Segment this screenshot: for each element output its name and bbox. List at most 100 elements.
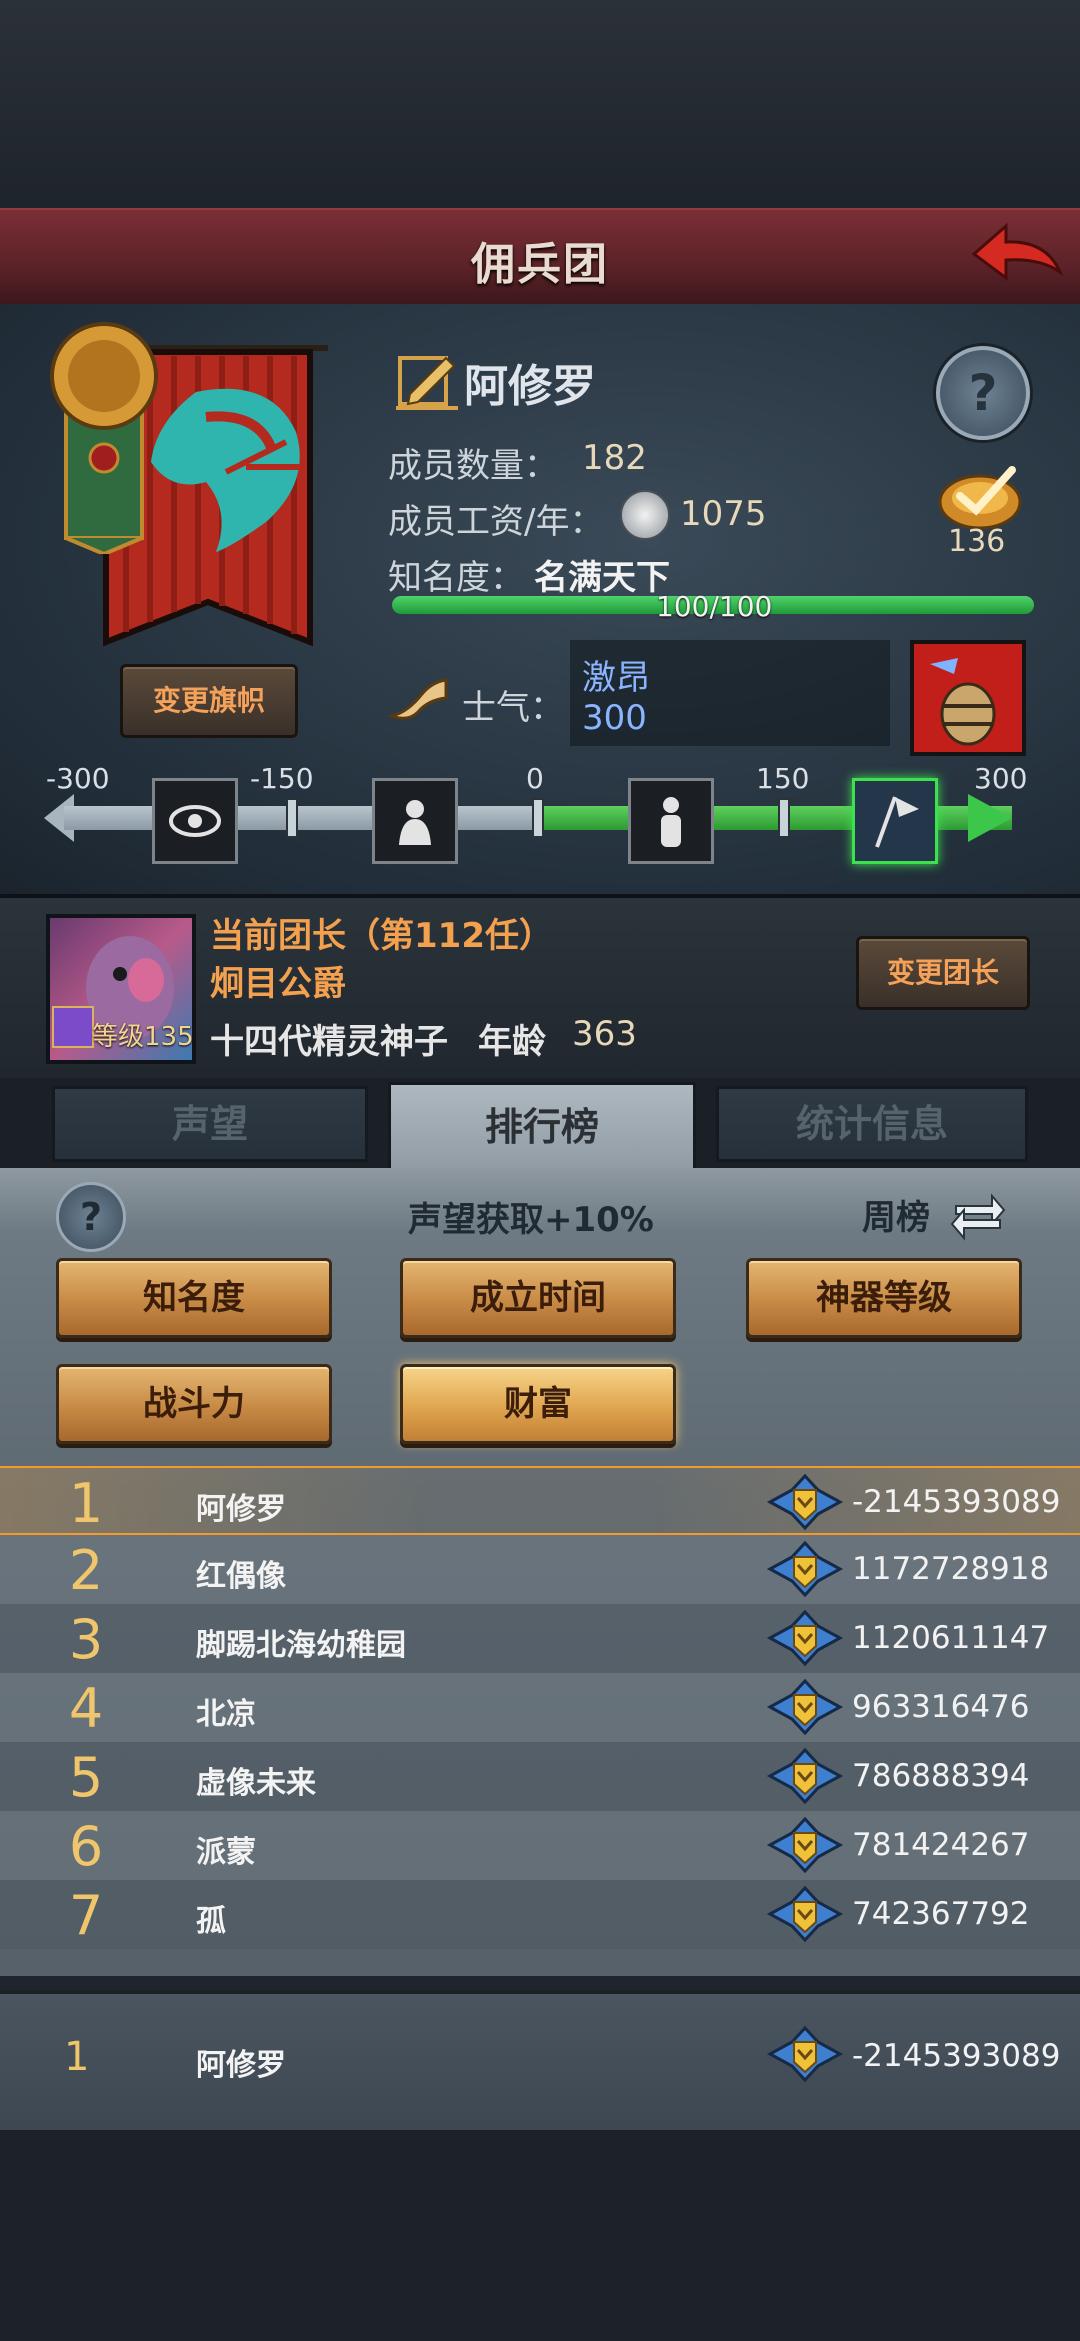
- question-icon: ?: [79, 1195, 103, 1239]
- silver-coin-icon: [620, 490, 670, 540]
- leader-race: 十四代精灵神子: [210, 1022, 448, 1062]
- rename-icon[interactable]: [396, 350, 460, 410]
- ranking-row[interactable]: 7 孤 742367792: [0, 1880, 1080, 1949]
- rank-number: 2: [68, 1539, 104, 1602]
- lion-emblem: [48, 318, 160, 557]
- category-founded-button[interactable]: 成立时间: [400, 1258, 676, 1338]
- morale-tick-label: -150: [250, 762, 314, 795]
- rank-number: 7: [68, 1884, 104, 1947]
- morale-tick-label: 0: [526, 762, 544, 795]
- fame-label: 知名度：: [388, 558, 524, 598]
- back-arrow-icon: [971, 222, 1064, 281]
- guild-name-cell: 阿修罗: [196, 1492, 286, 1527]
- category-artifact-button[interactable]: 神器等级: [746, 1258, 1022, 1338]
- ranking-list: 1 阿修罗 -2145393089 2 红偶像 1172728918 3 脚踢北海幼稚园 112…: [0, 1466, 1080, 1974]
- achievement-count: 136: [948, 524, 1006, 559]
- wealth-value: 1172728918: [852, 1551, 1050, 1587]
- wealth-value: 963316476: [852, 1689, 1030, 1725]
- morale-tick-label: 150: [756, 762, 810, 795]
- rank-number: 6: [68, 1815, 104, 1878]
- category-wealth-button[interactable]: 财富: [400, 1364, 676, 1444]
- morale-icon-inspired[interactable]: [852, 778, 938, 864]
- question-icon: ?: [968, 364, 998, 422]
- top-background: [0, 0, 1080, 208]
- member-count-value: 182: [582, 438, 647, 478]
- salary-label: 成员工资/年：: [388, 502, 604, 542]
- guild-name-cell: 北凉: [196, 1697, 256, 1732]
- leader-age-label: 年龄: [478, 1022, 546, 1062]
- period-toggle[interactable]: 周榜: [862, 1184, 1012, 1244]
- bottom-background: [0, 2130, 1080, 2341]
- barrel-icon: [930, 658, 996, 746]
- morale-tick-label: 300: [974, 762, 1028, 795]
- ranking-row[interactable]: 5 虚像未来 786888394: [0, 1742, 1080, 1811]
- tab-ranking[interactable]: 排行榜: [388, 1082, 696, 1173]
- wealth-badge-icon: [764, 1815, 846, 1875]
- guild-name-cell: 派蒙: [196, 1835, 256, 1870]
- wealth-value: 742367792: [852, 1896, 1030, 1932]
- wealth-badge-icon: [764, 1677, 846, 1737]
- achievement-badge[interactable]: [936, 456, 1024, 532]
- leader-name: 炯目公爵: [210, 964, 346, 1004]
- guild-name: 阿修罗: [464, 361, 596, 412]
- wealth-badge-icon: [764, 1608, 846, 1668]
- leader-title: 当前团长（第112任）: [210, 916, 553, 956]
- horn-shape-icon: [386, 678, 448, 720]
- my-rank-badge-icon: [764, 2024, 846, 2084]
- wealth-value: 1120611147: [852, 1620, 1050, 1656]
- my-rank-value: -2145393089: [852, 2038, 1061, 2074]
- fame-value: 名满天下: [534, 558, 670, 598]
- category-power-button[interactable]: 战斗力: [56, 1364, 332, 1444]
- guild-name-cell: 孤: [196, 1904, 226, 1939]
- back-button[interactable]: [966, 214, 1066, 294]
- guild-name-cell: 红偶像: [196, 1559, 286, 1594]
- morale-arrow-right: [968, 794, 1012, 846]
- guild-name-cell: 虚像未来: [196, 1766, 316, 1801]
- leader-level: 等级135: [92, 1022, 194, 1052]
- tab-reputation[interactable]: 声望: [52, 1086, 368, 1162]
- rank-number: 5: [68, 1746, 104, 1809]
- page-title: 佣兵团: [471, 239, 609, 290]
- lion-crest-icon: [50, 322, 158, 557]
- my-rank-number: 1: [64, 2034, 90, 2080]
- wealth-badge-icon: [764, 1472, 846, 1532]
- banner-charge-icon: [875, 796, 919, 848]
- morale-tick: [778, 798, 790, 838]
- change-leader-button[interactable]: 变更团长: [856, 936, 1030, 1010]
- morale-icon-calm[interactable]: [628, 778, 714, 864]
- ranking-row[interactable]: 3 脚踢北海幼稚园 1120611147: [0, 1604, 1080, 1673]
- guild-name-cell: 脚踢北海幼稚园: [196, 1628, 406, 1663]
- pencil-icon: [396, 356, 458, 410]
- ranking-help-button[interactable]: ?: [56, 1182, 126, 1252]
- tab-statistics[interactable]: 统计信息: [716, 1086, 1028, 1162]
- eye-icon: [169, 805, 221, 837]
- period-label: 周榜: [862, 1198, 930, 1238]
- wealth-value: -2145393089: [852, 1484, 1061, 1520]
- reputation-bonus-text: 声望获取+10%: [408, 1200, 654, 1240]
- change-banner-button[interactable]: 变更旗帜: [120, 664, 298, 738]
- morale-icon-fear[interactable]: [372, 778, 458, 864]
- my-rank-name: 阿修罗: [196, 2048, 286, 2083]
- ranking-row[interactable]: 2 红偶像 1172728918: [0, 1535, 1080, 1604]
- leader-age: 363: [572, 1014, 637, 1054]
- help-button[interactable]: ?: [936, 346, 1030, 440]
- morale-label: 士气：: [462, 688, 564, 728]
- category-fame-button[interactable]: 知名度: [56, 1258, 332, 1338]
- wealth-badge-icon: [764, 1746, 846, 1806]
- ranking-row[interactable]: 6 派蒙 781424267: [0, 1811, 1080, 1880]
- barrel-event-button[interactable]: [910, 640, 1026, 756]
- rank-number: 1: [68, 1472, 104, 1535]
- ranking-row[interactable]: 4 北凉 963316476: [0, 1673, 1080, 1742]
- horn-icon: [386, 672, 450, 724]
- wealth-badge-icon: [764, 1884, 846, 1944]
- wealth-value: 781424267: [852, 1827, 1030, 1863]
- wealth-badge-icon: [764, 1539, 846, 1599]
- standing-figure-icon: [661, 797, 681, 847]
- morale-fill: [538, 806, 1012, 830]
- rank-number: 3: [68, 1608, 104, 1671]
- morale-icon-despair[interactable]: [152, 778, 238, 864]
- rank-number: 4: [68, 1677, 104, 1740]
- member-count-label: 成员数量：: [388, 446, 558, 486]
- ranking-row[interactable]: 1 阿修罗 -2145393089: [0, 1466, 1080, 1535]
- checkmark-badge-icon: [938, 466, 1022, 530]
